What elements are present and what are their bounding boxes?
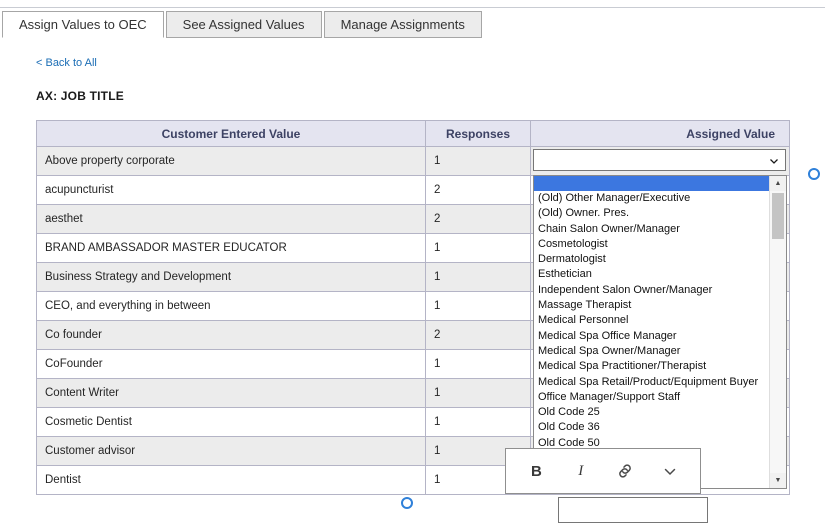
italic-button[interactable]: I [567, 457, 595, 485]
dropdown-option[interactable]: Medical Spa Office Manager [534, 329, 769, 344]
header-assigned-value: Assigned Value [531, 121, 790, 147]
customer-entered-value-cell: Cosmetic Dentist [37, 408, 426, 437]
link-button[interactable] [611, 457, 639, 485]
link-icon [616, 462, 634, 480]
customer-entered-value-cell: aesthet [37, 205, 426, 234]
more-options-button[interactable] [656, 457, 684, 485]
dropdown-option[interactable]: Old Code 25 [534, 405, 769, 420]
dropdown-option[interactable]: Esthetician [534, 267, 769, 282]
customer-entered-value-cell: BRAND AMBASSADOR MASTER EDUCATOR [37, 234, 426, 263]
scroll-up-icon[interactable]: ▲ [770, 176, 786, 191]
customer-entered-value-cell: Business Strategy and Development [37, 263, 426, 292]
click-marker [808, 168, 820, 180]
scrollbar-thumb[interactable] [772, 193, 784, 239]
dropdown-option[interactable]: Old Code 36 [534, 420, 769, 435]
tab-assign-values-to-oec[interactable]: Assign Values to OEC [2, 11, 164, 38]
customer-entered-value-cell: Dentist [37, 466, 426, 495]
dropdown-option-blank-highlighted[interactable] [534, 176, 769, 191]
dropdown-scrollbar[interactable]: ▲ ▼ [769, 176, 786, 488]
dropdown-option[interactable]: (Old) Owner. Pres. [534, 206, 769, 221]
editor-toolbar: B I [505, 448, 701, 494]
bold-button[interactable]: B [522, 457, 550, 485]
responses-cell: 1 [426, 263, 531, 292]
scrollbar-track[interactable] [770, 191, 786, 473]
tab-see-assigned-values[interactable]: See Assigned Values [166, 11, 322, 38]
click-marker [401, 497, 413, 509]
dropdown-option[interactable]: Office Manager/Support Staff [534, 390, 769, 405]
tab-bar: Assign Values to OEC See Assigned Values… [2, 11, 482, 38]
dropdown-options: (Old) Other Manager/Executive (Old) Owne… [534, 176, 769, 488]
dropdown-option[interactable]: Massage Therapist [534, 298, 769, 313]
assigned-value-dropdown: (Old) Other Manager/Executive (Old) Owne… [533, 175, 787, 489]
dropdown-option[interactable]: Independent Salon Owner/Manager [534, 283, 769, 298]
dropdown-option[interactable]: Medical Spa Owner/Manager [534, 344, 769, 359]
tab-manage-assignments[interactable]: Manage Assignments [324, 11, 482, 38]
scroll-down-icon[interactable]: ▼ [770, 473, 786, 488]
responses-cell: 1 [426, 408, 531, 437]
back-to-all-link[interactable]: < Back to All [36, 57, 97, 69]
responses-cell: 1 [426, 379, 531, 408]
header-responses: Responses [426, 121, 531, 147]
customer-entered-value-cell: CEO, and everything in between [37, 292, 426, 321]
table-header-row: Customer Entered Value Responses Assigne… [37, 121, 790, 147]
partial-input[interactable] [558, 497, 708, 523]
page-title: AX: JOB TITLE [36, 89, 124, 103]
responses-cell: 1 [426, 350, 531, 379]
dropdown-option[interactable]: (Old) Other Manager/Executive [534, 191, 769, 206]
customer-entered-value-cell: Customer advisor [37, 437, 426, 466]
dropdown-option[interactable]: Cosmetologist [534, 237, 769, 252]
customer-entered-value-cell: acupuncturist [37, 176, 426, 205]
dropdown-option[interactable]: Dermatologist [534, 252, 769, 267]
responses-cell: 2 [426, 176, 531, 205]
customer-entered-value-cell: CoFounder [37, 350, 426, 379]
responses-cell: 2 [426, 205, 531, 234]
dropdown-option[interactable]: Medical Personnel [534, 313, 769, 328]
dropdown-option[interactable]: Chain Salon Owner/Manager [534, 222, 769, 237]
responses-cell: 1 [426, 234, 531, 263]
header-customer-entered-value: Customer Entered Value [37, 121, 426, 147]
responses-cell: 1 [426, 292, 531, 321]
customer-entered-value-cell: Co founder [37, 321, 426, 350]
chevron-down-icon [768, 155, 780, 167]
dropdown-option[interactable]: Medical Spa Retail/Product/Equipment Buy… [534, 375, 769, 390]
assigned-value-select[interactable] [533, 149, 786, 171]
responses-cell: 2 [426, 321, 531, 350]
dropdown-option[interactable]: Medical Spa Practitioner/Therapist [534, 359, 769, 374]
responses-cell: 1 [426, 147, 531, 176]
top-divider [0, 7, 825, 8]
customer-entered-value-cell: Content Writer [37, 379, 426, 408]
customer-entered-value-cell: Above property corporate [37, 147, 426, 176]
chevron-down-icon [661, 462, 679, 480]
